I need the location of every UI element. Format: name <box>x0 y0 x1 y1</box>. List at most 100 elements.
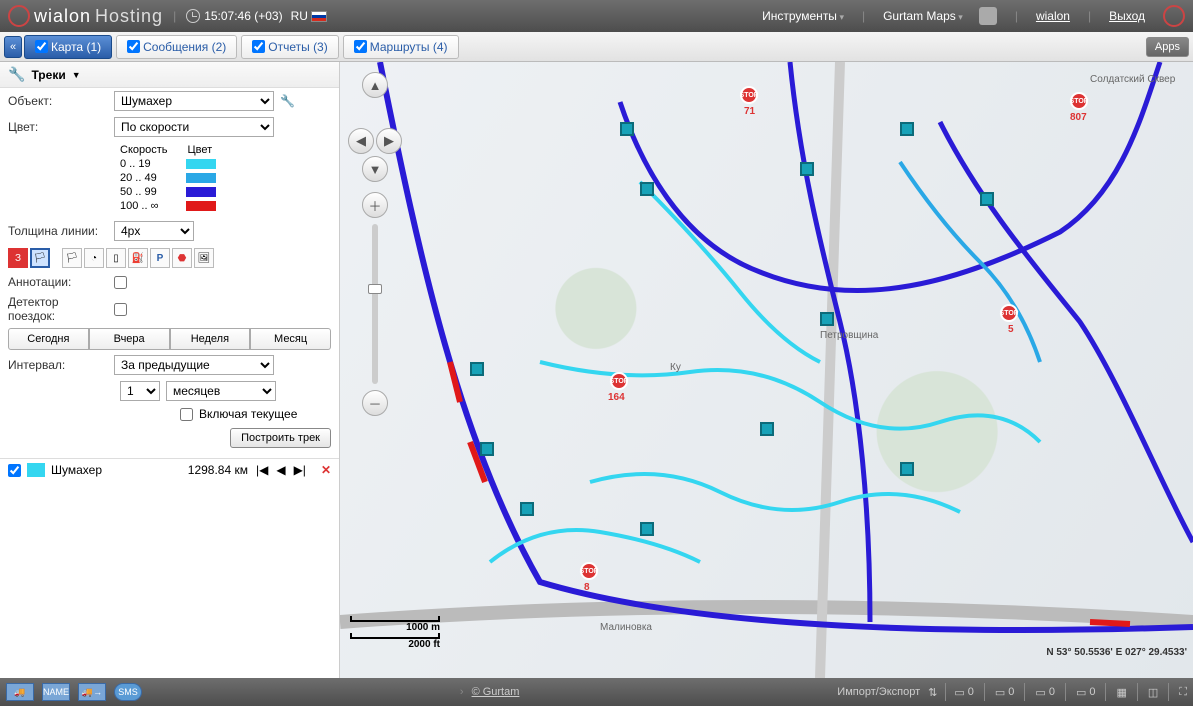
map[interactable]: STOP 8 STOP 164 STOP 71 STOP 5 STOP 807 … <box>340 62 1193 678</box>
period-buttons: Сегодня Вчера Неделя Месяц <box>0 326 339 352</box>
pan-up-button[interactable]: ▲ <box>362 72 388 98</box>
stop-marker[interactable]: STOP <box>580 562 598 580</box>
footer-grid-icon[interactable]: ▦ <box>1116 686 1126 699</box>
unit-marker[interactable] <box>480 442 494 456</box>
tool-markers-icon[interactable]: З <box>8 248 28 268</box>
pan-right-button[interactable]: ▶ <box>376 128 402 154</box>
interval-n-select[interactable]: 1 <box>120 381 160 401</box>
track-item-check[interactable] <box>8 464 21 477</box>
product-suffix: Hosting <box>95 6 163 27</box>
object-select[interactable]: Шумахер <box>114 91 274 111</box>
tool-speed-icon[interactable]: ◔ <box>84 248 104 268</box>
footer-stat-1[interactable]: ▭0 <box>954 686 974 699</box>
tool-events-icon[interactable]: ▯ <box>106 248 126 268</box>
unit-marker[interactable] <box>800 162 814 176</box>
logout-link[interactable]: Выход <box>1109 9 1145 23</box>
color-select[interactable]: По скорости <box>114 117 274 137</box>
stop-label: 71 <box>744 106 755 117</box>
stop-marker[interactable]: STOP <box>610 372 628 390</box>
import-export-link[interactable]: Импорт/Экспорт <box>837 686 920 698</box>
footer-stat-3[interactable]: ▭0 <box>1035 686 1055 699</box>
tab-routes-check[interactable] <box>354 40 367 53</box>
tab-reports[interactable]: Отчеты (3) <box>241 35 338 59</box>
tool-image-icon[interactable]: 🖼 <box>194 248 214 268</box>
interval-unit-select[interactable]: месяцев <box>166 381 276 401</box>
logo: wialonHosting <box>8 5 163 27</box>
build-track-button[interactable]: Построить трек <box>230 428 331 448</box>
footer-tool-1-icon[interactable]: 🚚 <box>6 683 34 701</box>
footer-layers-icon[interactable]: ◫ <box>1148 686 1158 699</box>
nav-back-button[interactable]: « <box>4 36 22 58</box>
track-list: Шумахер 1298.84 км |◀ ◀ ▶| ✕ <box>0 458 339 481</box>
stop-label: 5 <box>1008 324 1014 335</box>
copyright-link[interactable]: © Gurtam <box>472 686 520 698</box>
track-delete-button[interactable]: ✕ <box>321 463 331 477</box>
stop-marker[interactable]: STOP <box>1000 304 1018 322</box>
tab-routes[interactable]: Маршруты (4) <box>343 35 459 59</box>
track-prev-icon[interactable]: ◀ <box>273 463 288 477</box>
annotations-check[interactable] <box>114 276 127 289</box>
tab-map[interactable]: Карта (1) <box>24 35 112 59</box>
tool-parking-icon[interactable]: P <box>150 248 170 268</box>
zoom-thumb[interactable] <box>368 284 382 294</box>
annotations-label: Аннотации: <box>8 275 108 289</box>
import-export-icon[interactable]: ⇅ <box>928 686 937 699</box>
user-icon[interactable] <box>979 7 997 25</box>
product-name: wialon <box>34 6 91 27</box>
stop-marker[interactable]: STOP <box>740 86 758 104</box>
unit-marker[interactable] <box>520 502 534 516</box>
tab-messages-check[interactable] <box>127 40 140 53</box>
map-controls: ▲ ◀ ▶ ▼ ＋ － <box>348 72 402 416</box>
interval-mode-select[interactable]: За предыдущие <box>114 355 274 375</box>
unit-marker[interactable] <box>470 362 484 376</box>
period-today[interactable]: Сегодня <box>8 328 89 350</box>
trip-detector-check[interactable] <box>114 303 127 316</box>
zoom-out-button[interactable]: － <box>362 390 388 416</box>
lang-switch[interactable]: RU <box>291 9 328 23</box>
zoom-slider[interactable] <box>372 224 378 384</box>
track-first-icon[interactable]: |◀ <box>253 463 271 477</box>
unit-marker[interactable] <box>900 462 914 476</box>
unit-marker[interactable] <box>900 122 914 136</box>
stop-marker[interactable]: STOP <box>1070 92 1088 110</box>
logo-icon <box>8 5 30 27</box>
pan-down-button[interactable]: ▼ <box>362 156 388 182</box>
zoom-in-button[interactable]: ＋ <box>362 192 388 218</box>
period-month[interactable]: Месяц <box>250 328 331 350</box>
user-link[interactable]: wialon <box>1036 9 1070 23</box>
tracks-header[interactable]: 🔧 Треки ▼ <box>0 62 339 88</box>
period-week[interactable]: Неделя <box>170 328 251 350</box>
apps-button[interactable]: Apps <box>1146 37 1189 57</box>
include-current-check[interactable] <box>180 408 193 421</box>
tool-flag-icon[interactable]: 🏳 <box>30 248 50 268</box>
unit-marker[interactable] <box>620 122 634 136</box>
footer-stat-4[interactable]: ▭0 <box>1076 686 1096 699</box>
footer-expand-icon[interactable]: ⛶ <box>1179 686 1187 699</box>
clock-icon <box>186 9 200 23</box>
pan-left-button[interactable]: ◀ <box>348 128 374 154</box>
tab-messages[interactable]: Сообщения (2) <box>116 35 237 59</box>
unit-marker[interactable] <box>820 312 834 326</box>
thickness-select[interactable]: 4px <box>114 221 194 241</box>
unit-marker[interactable] <box>760 422 774 436</box>
footer-tool-2-icon[interactable]: NAME <box>42 683 70 701</box>
tab-reports-check[interactable] <box>252 40 265 53</box>
period-yesterday[interactable]: Вчера <box>89 328 170 350</box>
unit-marker[interactable] <box>980 192 994 206</box>
track-next-icon[interactable]: ▶| <box>291 463 309 477</box>
footer-tool-3-icon[interactable]: 🚚→ <box>78 683 106 701</box>
maps-menu[interactable]: Gurtam Maps <box>883 9 963 23</box>
unit-marker[interactable] <box>640 182 654 196</box>
tool-fuel-icon[interactable]: ⛽ <box>128 248 148 268</box>
clock: 15:07:46 (+03) <box>186 9 282 23</box>
object-settings-icon[interactable]: 🔧 <box>280 94 295 108</box>
track-item-name: Шумахер <box>51 463 102 477</box>
tab-map-check[interactable] <box>35 40 48 53</box>
tool-stop-icon[interactable]: ⬣ <box>172 248 192 268</box>
unit-marker[interactable] <box>640 522 654 536</box>
footer-stat-2[interactable]: ▭0 <box>995 686 1015 699</box>
footer-tool-4-icon[interactable]: SMS <box>114 683 142 701</box>
flag-ru-icon <box>311 11 327 22</box>
tool-a-icon[interactable]: 🏳 <box>62 248 82 268</box>
instruments-menu[interactable]: Инструменты <box>762 9 844 23</box>
